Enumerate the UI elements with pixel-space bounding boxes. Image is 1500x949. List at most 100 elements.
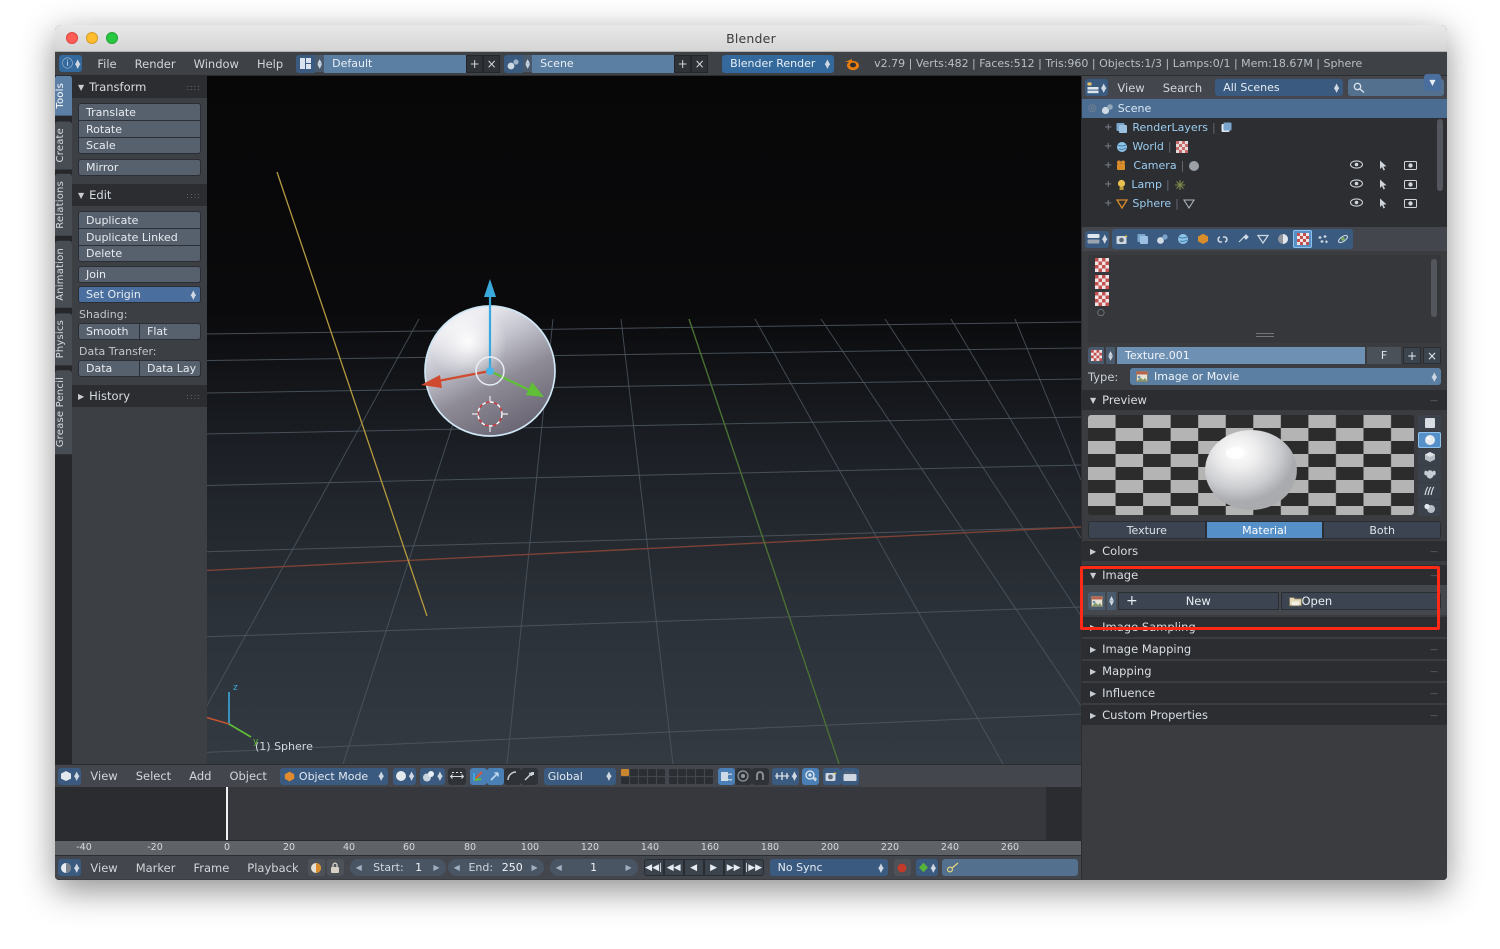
scene-layers-widget[interactable]	[620, 768, 713, 784]
interaction-mode-selector[interactable]: Object Mode ▲ ▼	[279, 767, 388, 785]
preview-mode-both[interactable]: Both	[1323, 521, 1442, 539]
collapse-icon[interactable]: ◎	[1088, 103, 1097, 114]
play-reverse-button[interactable]: ◀	[683, 859, 704, 876]
layer-cell[interactable]	[704, 768, 713, 776]
scene-control[interactable]: ▲ ▼ Scene + ×	[504, 54, 709, 73]
viewport-menu-view[interactable]: View	[81, 769, 126, 783]
delete-scene-button[interactable]: ×	[691, 54, 709, 73]
outliner-menu-search[interactable]: Search	[1154, 81, 1212, 95]
proportional-edit-icon[interactable]	[734, 767, 752, 785]
fake-user-button[interactable]: F	[1367, 347, 1401, 364]
toolshelf-tab-animation[interactable]: Animation	[55, 240, 72, 308]
properties-tab-data[interactable]	[1253, 230, 1272, 248]
jump-to-end-button[interactable]: |▶▶	[743, 859, 764, 876]
playback-transport-controls[interactable]: ◀◀| ◀◀ ◀ ▶ ▶▶ |▶▶	[643, 859, 764, 876]
panel-header-influence[interactable]: ▶ Influence —	[1082, 683, 1447, 703]
render-engine-selector[interactable]: Blender Render ▲ ▼	[722, 54, 835, 73]
chevron-left-icon[interactable]: ◀	[556, 863, 562, 872]
layer-cell[interactable]	[677, 768, 686, 776]
restrict-select-icon[interactable]	[1379, 179, 1388, 190]
snap-magnet-icon[interactable]	[751, 767, 769, 785]
toolshelf-panel[interactable]: ▼ Transform :::: Translate Rotate Scale …	[72, 76, 207, 764]
outliner-restrict-toggles[interactable]	[1350, 160, 1417, 171]
viewport-shading-selector[interactable]: ▲ ▼	[392, 767, 417, 785]
layer-row[interactable]	[668, 768, 713, 776]
outliner-tree[interactable]: ◎ Scene + RenderLayers | + World | + Cam…	[1082, 99, 1447, 227]
current-frame-field[interactable]: ◀ 1 ▶	[549, 859, 638, 876]
translate-manipulator-icon[interactable]	[486, 767, 504, 785]
preview-cube-icon[interactable]	[1418, 449, 1441, 465]
layer-row[interactable]	[620, 768, 665, 776]
rotate-manipulator-icon[interactable]	[503, 767, 521, 785]
preview-mode-texture[interactable]: Texture	[1088, 521, 1206, 539]
chevron-left-icon[interactable]: ◀	[356, 863, 362, 872]
render-image-icon[interactable]	[823, 767, 842, 785]
properties-tab-particles[interactable]	[1313, 230, 1332, 248]
layer-cell[interactable]	[686, 776, 695, 784]
outliner-row-renderlayers[interactable]: + RenderLayers |	[1082, 118, 1447, 137]
layer-cell[interactable]	[686, 768, 695, 776]
texture-datablock-icon[interactable]	[1088, 347, 1104, 364]
restrict-select-icon[interactable]	[1379, 198, 1388, 209]
layer-cell[interactable]	[638, 776, 647, 784]
texture-slot-3[interactable]	[1095, 292, 1109, 306]
unlink-texture-button[interactable]: ×	[1423, 347, 1441, 364]
outliner-row-lamp[interactable]: + Lamp |	[1082, 175, 1447, 194]
empty-texture-slot-icon[interactable]: ○	[1097, 308, 1441, 318]
outliner-restrict-toggles[interactable]	[1350, 179, 1417, 190]
restrict-render-icon[interactable]	[1404, 160, 1417, 171]
layer-group-bottom[interactable]	[668, 768, 713, 784]
properties-tab-material[interactable]	[1273, 230, 1292, 248]
layer-cell[interactable]	[620, 768, 629, 776]
chevron-left-icon[interactable]: ◀	[454, 863, 460, 872]
image-browse-spinner[interactable]: ▲ ▼	[1107, 592, 1116, 610]
screen-layout-control[interactable]: ▲ ▼ Default + ×	[296, 54, 501, 73]
outliner-row-scene[interactable]: ◎ Scene	[1082, 99, 1447, 118]
layer-cell[interactable]	[695, 768, 704, 776]
layer-cell[interactable]	[620, 776, 629, 784]
add-screen-layout-button[interactable]: +	[466, 54, 484, 73]
preview-mode-segmented-control[interactable]: Texture Material Both	[1088, 521, 1442, 539]
timeline-editor[interactable]: -40 -20 0 20 40 60 80 100 120 140 160 18…	[55, 787, 1081, 879]
lock-camera-to-view-icon[interactable]	[717, 767, 735, 785]
expand-icon[interactable]: +	[1104, 198, 1112, 209]
layer-cell[interactable]	[656, 776, 665, 784]
panel-header-colors[interactable]: ▶ Colors —	[1082, 541, 1447, 561]
outliner-row-sphere[interactable]: + Sphere |	[1082, 194, 1447, 213]
scale-manipulator-icon[interactable]	[520, 767, 538, 785]
add-scene-button[interactable]: +	[674, 54, 692, 73]
lock-icon[interactable]	[326, 859, 344, 876]
timeline-editor-type-selector[interactable]: ▲ ▼	[58, 859, 82, 876]
properties-tab-physics[interactable]	[1333, 230, 1352, 248]
viewport-menu-add[interactable]: Add	[180, 769, 220, 783]
viewport-menu-object[interactable]: Object	[220, 769, 275, 783]
timeline-menu-marker[interactable]: Marker	[127, 861, 185, 875]
restrict-render-icon[interactable]	[1404, 198, 1417, 209]
properties-tab-constraints[interactable]	[1213, 230, 1232, 248]
layer-row[interactable]	[620, 776, 665, 784]
texture-slot-list[interactable]: ○	[1088, 255, 1441, 343]
chevron-right-icon[interactable]: ▶	[625, 863, 631, 872]
panel-header-history[interactable]: ▶ History ::::	[72, 385, 207, 407]
outliner-editor-type-selector[interactable]: ▲ ▼	[1085, 79, 1109, 96]
jump-to-start-button[interactable]: ◀◀|	[643, 859, 664, 876]
scene-spinner[interactable]: ▲ ▼	[523, 55, 533, 72]
menu-help[interactable]: Help	[248, 57, 292, 71]
outliner-scrollbar[interactable]	[1437, 119, 1443, 191]
delete-button[interactable]: Delete	[78, 245, 201, 262]
texture-list-scrollbar[interactable]	[1431, 259, 1437, 317]
open-image-button[interactable]: Open	[1280, 592, 1441, 610]
manipulator-toggle-icon[interactable]	[469, 767, 487, 785]
previous-keyframe-button[interactable]: ◀◀	[663, 859, 684, 876]
panel-header-custom-properties[interactable]: ▶ Custom Properties —	[1082, 705, 1447, 725]
texture-datablock-browse-icon[interactable]: ▲ ▼	[1106, 347, 1115, 364]
layer-cell[interactable]	[629, 776, 638, 784]
toolshelf-tab-create[interactable]: Create	[55, 120, 72, 170]
new-image-button[interactable]: + New	[1118, 592, 1279, 610]
delete-screen-layout-button[interactable]: ×	[483, 54, 501, 73]
frame-start-field[interactable]: ◀ Start: 1 ▶	[349, 859, 446, 876]
layer-cell[interactable]	[638, 768, 647, 776]
shade-flat-button[interactable]: Flat	[139, 323, 201, 340]
pivot-point-selector[interactable]: ▲ ▼	[420, 767, 445, 785]
keying-set-field[interactable]	[942, 859, 1078, 876]
